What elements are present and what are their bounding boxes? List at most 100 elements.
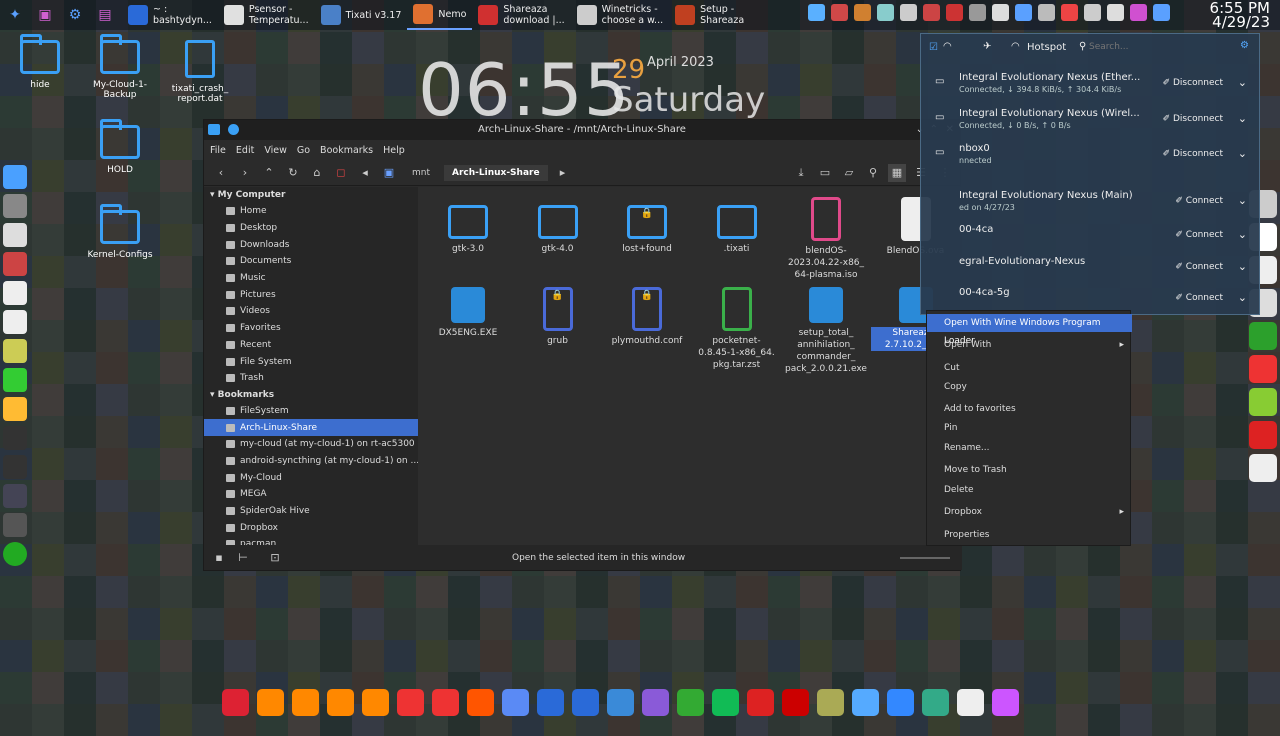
- dock-app-icon[interactable]: [922, 688, 949, 716]
- tray-icon[interactable]: [877, 4, 894, 21]
- sidebar-item[interactable]: Favorites: [204, 320, 418, 337]
- taskbar-item[interactable]: Tixati v3.17: [315, 0, 408, 30]
- dock-app-icon[interactable]: [817, 688, 844, 716]
- back-icon[interactable]: ‹: [212, 164, 230, 182]
- store-icon[interactable]: ▤: [94, 4, 116, 26]
- sidebar-item[interactable]: Desktop: [204, 220, 418, 237]
- up-icon[interactable]: ⌃: [260, 164, 278, 182]
- network-action-button[interactable]: ✐ Connect: [1175, 196, 1223, 206]
- network-action-button[interactable]: ✐ Disconnect: [1163, 149, 1223, 159]
- sidebar-item[interactable]: Music: [204, 270, 418, 287]
- desktop-icon[interactable]: HOLD: [80, 119, 160, 175]
- network-search-input[interactable]: [1089, 39, 1229, 55]
- path-left-icon[interactable]: ◂: [356, 164, 374, 182]
- network-action-button[interactable]: ✐ Connect: [1175, 262, 1223, 272]
- network-icon[interactable]: [1153, 4, 1170, 21]
- hide-sidebar-icon[interactable]: ⊡: [266, 549, 284, 567]
- app-icon[interactable]: [3, 281, 27, 305]
- dock-app-icon[interactable]: [467, 688, 494, 716]
- app-icon[interactable]: [3, 368, 27, 392]
- taskbar-item[interactable]: Psensor - Temperatu...: [218, 0, 315, 30]
- search-icon[interactable]: ⚲: [864, 164, 882, 182]
- menu-edit[interactable]: Edit: [236, 145, 254, 156]
- file-item[interactable]: 🔒 grub: [513, 287, 603, 347]
- network-connection[interactable]: ▭ Integral Evolutionary Nexus (Wirel... Co…: [921, 104, 1261, 138]
- drive-icon[interactable]: ▣: [380, 164, 398, 182]
- app-icon[interactable]: [3, 310, 27, 334]
- icon-view-icon[interactable]: ▦: [888, 163, 906, 182]
- chevron-down-icon[interactable]: ⌄: [1238, 76, 1247, 89]
- desktop-icon[interactable]: My-Cloud-1- Backup: [80, 34, 160, 100]
- app-icon[interactable]: [3, 223, 27, 247]
- sidebar-item[interactable]: Dropbox: [204, 519, 418, 536]
- context-menu-item[interactable]: Delete: [927, 481, 1132, 499]
- menu-go[interactable]: Go: [297, 145, 310, 156]
- context-menu-item[interactable]: Pin: [927, 419, 1132, 437]
- context-menu-item[interactable]: Move to Trash: [927, 461, 1132, 479]
- menu-bookmarks[interactable]: Bookmarks: [320, 145, 373, 156]
- crumb-mnt[interactable]: mnt: [404, 165, 438, 181]
- taskbar-item[interactable]: Shareaza download |...: [472, 0, 570, 30]
- dock-app-icon[interactable]: [642, 688, 669, 716]
- dock-app-icon[interactable]: [327, 688, 354, 716]
- window-titlebar[interactable]: Arch-Linux-Share - /mnt/Arch-Linux-Share…: [204, 120, 960, 140]
- dock-app-icon[interactable]: [957, 688, 984, 716]
- archlinux-icon[interactable]: [3, 165, 27, 189]
- settings-icon[interactable]: ⚙: [64, 4, 86, 26]
- volume-icon[interactable]: [1107, 4, 1124, 21]
- dock-app-icon[interactable]: [537, 688, 564, 716]
- chevron-down-icon[interactable]: ⌄: [1238, 291, 1247, 304]
- file-item[interactable]: 🔒 lost+found: [602, 197, 692, 255]
- network-action-button[interactable]: ✐ Disconnect: [1163, 78, 1223, 88]
- dock-app-icon[interactable]: [677, 688, 704, 716]
- console-icon[interactable]: ▭: [816, 164, 834, 182]
- path-right-icon[interactable]: ▸: [554, 164, 572, 182]
- trash-icon[interactable]: [3, 513, 27, 537]
- menu-file[interactable]: File: [210, 145, 226, 156]
- dock-app-icon[interactable]: [887, 688, 914, 716]
- sidebar-item[interactable]: Downloads: [204, 236, 418, 253]
- context-menu-item[interactable]: Open With ▸: [927, 336, 1132, 354]
- sidebar-item[interactable]: My-Cloud: [204, 469, 418, 486]
- wifi-checkbox[interactable]: ☑: [929, 42, 938, 53]
- sidebar-section-header[interactable]: ▾ Bookmarks: [204, 387, 418, 403]
- dock-app-icon[interactable]: [362, 688, 389, 716]
- tray-icon[interactable]: [1084, 4, 1101, 21]
- screen-icon[interactable]: ▣: [34, 4, 56, 26]
- context-menu-item[interactable]: Add to favorites: [927, 400, 1132, 418]
- app-icon[interactable]: [1249, 355, 1277, 383]
- tray-icon[interactable]: [992, 4, 1009, 21]
- new-folder-icon[interactable]: ▱: [840, 164, 858, 182]
- dock-app-icon[interactable]: [747, 688, 774, 716]
- sidebar-item[interactable]: Documents: [204, 253, 418, 270]
- terminal-icon[interactable]: ⤓: [792, 164, 810, 182]
- dock-app-icon[interactable]: [502, 688, 529, 716]
- tree-icon[interactable]: ⊢: [234, 549, 252, 567]
- tray-icon[interactable]: [946, 4, 963, 21]
- app-icon[interactable]: [1249, 322, 1277, 350]
- network-connection[interactable]: 00-4ca ✐ Connect ⌄: [921, 220, 1261, 254]
- sidebar-item[interactable]: SpiderOak Hive: [204, 503, 418, 520]
- dock-app-icon[interactable]: [292, 688, 319, 716]
- tray-icon[interactable]: [900, 4, 917, 21]
- gear-icon[interactable]: ⚙: [1240, 40, 1249, 51]
- taskbar-item[interactable]: Setup - Shareaza: [669, 0, 750, 30]
- sidebar-item[interactable]: Home: [204, 203, 418, 220]
- file-item[interactable]: pocketnet- 0.8.45-1-x86_64. pkg.tar.zst: [692, 287, 782, 371]
- sidebar-section-header[interactable]: ▾ My Computer: [204, 187, 418, 203]
- sidebar-item[interactable]: Trash: [204, 370, 418, 387]
- file-item[interactable]: .tixati: [692, 197, 782, 255]
- sidebar-item[interactable]: my-cloud (at my-cloud-1) on rt-ac5300: [204, 436, 418, 453]
- app-icon[interactable]: [3, 252, 27, 276]
- chevron-down-icon[interactable]: ⌄: [1238, 147, 1247, 160]
- dock-app-icon[interactable]: [992, 688, 1019, 716]
- sidebar-item[interactable]: Recent: [204, 337, 418, 354]
- refresh-icon[interactable]: ↻: [284, 164, 302, 182]
- desktop-icon[interactable]: Kernel-Configs: [80, 204, 160, 260]
- network-action-button[interactable]: ✐ Connect: [1175, 293, 1223, 303]
- sidebar-item[interactable]: Arch-Linux-Share: [204, 419, 418, 436]
- dock-app-icon[interactable]: [222, 688, 249, 716]
- app-icon[interactable]: [3, 484, 27, 508]
- network-connection[interactable]: ▭ Integral Evolutionary Nexus (Ether... Co…: [921, 68, 1261, 102]
- desktop-icon[interactable]: hide: [0, 34, 80, 90]
